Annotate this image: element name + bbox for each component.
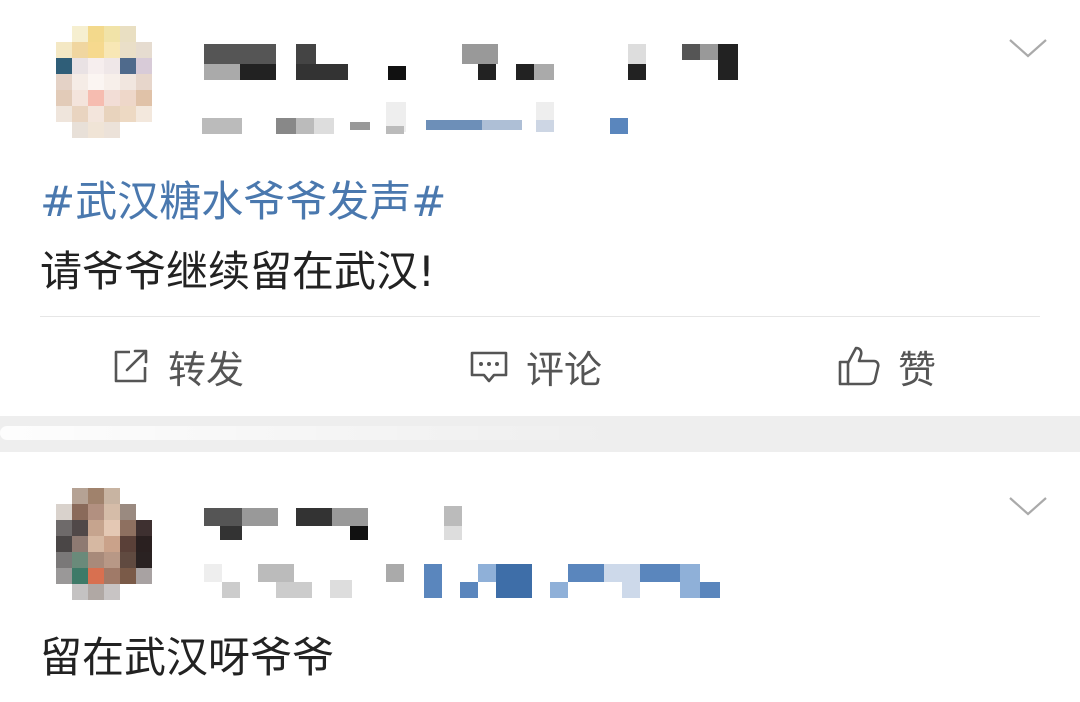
chevron-down-icon[interactable] [1006, 492, 1050, 520]
post-text: 请爷爷继续留在武汉! [40, 247, 435, 296]
thumbs-up-icon [836, 343, 882, 389]
repost-label: 转发 [168, 347, 245, 392]
post-meta-redacted [200, 96, 640, 142]
actions-divider [40, 316, 1040, 317]
chevron-down-icon[interactable] [1006, 34, 1050, 62]
share-square-icon [110, 345, 152, 387]
repost-button[interactable]: 转发 [110, 340, 244, 392]
post-meta-redacted [200, 556, 740, 606]
post-text: 留在武汉呀爷爷 [40, 633, 335, 682]
avatar[interactable] [56, 488, 168, 600]
like-button[interactable]: 赞 [836, 340, 936, 392]
feed-post: #武汉糖水爷爷发声# 请爷爷继续留在武汉! 转发 评论 赞 [0, 0, 1080, 416]
like-label: 赞 [898, 347, 937, 392]
username-redacted[interactable] [200, 500, 480, 550]
comment-button[interactable]: 评论 [468, 340, 602, 392]
avatar[interactable] [56, 26, 168, 138]
feed-post: 留在武汉呀爷爷 [0, 452, 1080, 702]
post-hashtag[interactable]: #武汉糖水爷爷发声# [40, 168, 446, 229]
feed-separator-sheen [0, 426, 620, 440]
comment-label: 评论 [526, 347, 603, 392]
comment-bubble-icon [468, 345, 510, 387]
